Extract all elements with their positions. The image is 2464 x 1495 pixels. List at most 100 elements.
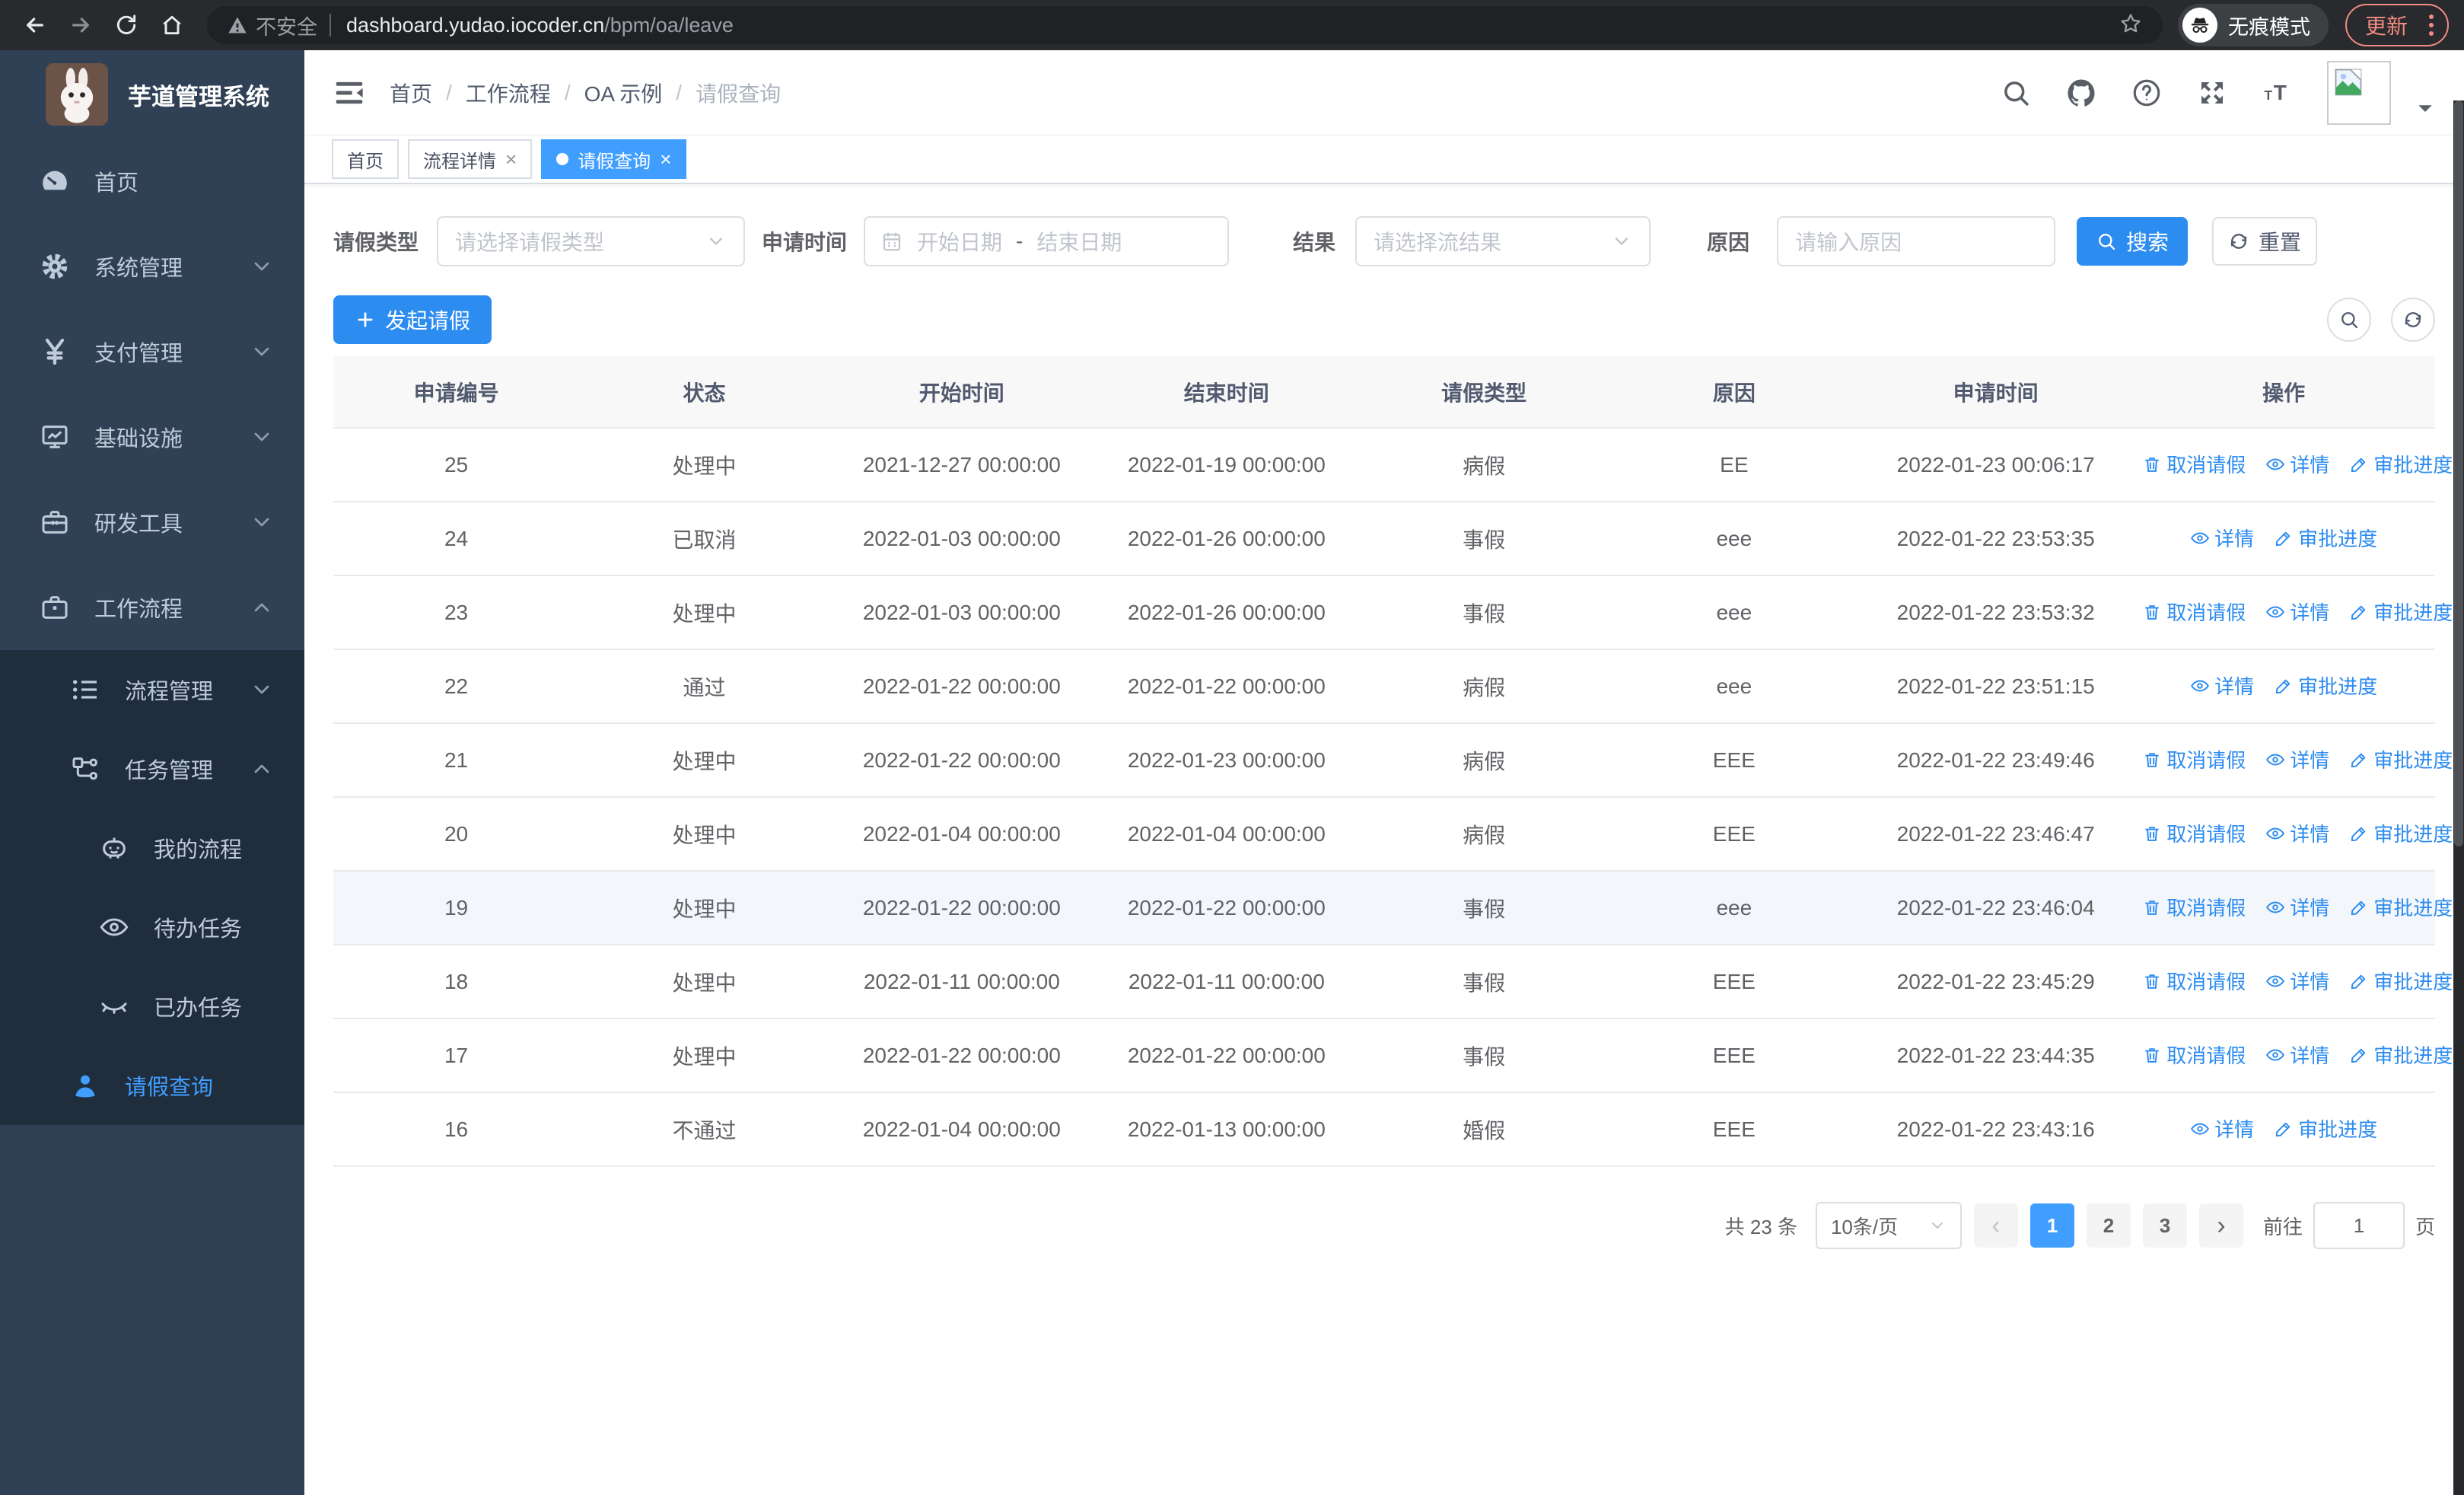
- browser-forward-button[interactable]: [61, 5, 100, 45]
- progress-action-link[interactable]: 审批进度: [2274, 671, 2377, 700]
- detail-action-link[interactable]: 详情: [2265, 1041, 2329, 1069]
- sidebar-item-任务管理[interactable]: 任务管理: [0, 729, 304, 808]
- close-icon[interactable]: ×: [660, 149, 671, 169]
- help-button[interactable]: [2131, 77, 2163, 109]
- range-separator: -: [1016, 229, 1023, 253]
- tab-请假查询[interactable]: 请假查询 ×: [541, 139, 687, 179]
- reset-button[interactable]: 重置: [2212, 217, 2318, 266]
- github-button[interactable]: [2065, 77, 2097, 109]
- pen-icon: [2349, 824, 2369, 843]
- sidebar-item-研发工具[interactable]: 研发工具: [0, 480, 304, 565]
- refresh-table-button[interactable]: [2391, 298, 2435, 342]
- cancel-action-link[interactable]: 取消请假: [2142, 1041, 2246, 1069]
- next-page-button[interactable]: ›: [2198, 1203, 2243, 1248]
- progress-action-link[interactable]: 审批进度: [2349, 967, 2453, 995]
- page-number-buttons: 123: [2029, 1203, 2187, 1248]
- detail-action-link[interactable]: 详情: [2190, 1114, 2254, 1143]
- pen-icon: [2274, 1119, 2294, 1139]
- tab-首页[interactable]: 首页: [332, 139, 399, 179]
- sidebar-item-首页[interactable]: 首页: [0, 139, 304, 224]
- page-button-3[interactable]: 3: [2142, 1203, 2187, 1248]
- scrollbar-thumb[interactable]: [2454, 100, 2463, 846]
- sidebar-item-请假查询[interactable]: 请假查询: [0, 1046, 304, 1125]
- sidebar-item-基础设施[interactable]: 基础设施: [0, 394, 304, 480]
- page-scrollbar[interactable]: [2453, 100, 2464, 1495]
- bookmark-star-icon[interactable]: [2119, 11, 2143, 40]
- cancel-action-link[interactable]: 取消请假: [2142, 819, 2246, 847]
- cancel-action-link[interactable]: 取消请假: [2142, 598, 2246, 626]
- search-button[interactable]: 搜索: [2077, 217, 2189, 266]
- detail-action-link[interactable]: 详情: [2265, 450, 2329, 478]
- detail-action-link[interactable]: 详情: [2190, 524, 2254, 552]
- avatar-dropdown-caret-icon[interactable]: [2414, 97, 2437, 120]
- breadcrumb-item[interactable]: 首页: [390, 78, 432, 108]
- goto-unit-label: 页: [2415, 1215, 2435, 1238]
- cell-start: 2022-01-03 00:00:00: [829, 502, 1094, 576]
- github-icon: [2065, 77, 2097, 109]
- column-header-原因: 原因: [1609, 356, 1860, 429]
- page-button-2[interactable]: 2: [2086, 1203, 2131, 1248]
- cell-type: 事假: [1358, 871, 1609, 945]
- browser-reload-button[interactable]: [107, 5, 146, 45]
- cancel-action-link[interactable]: 取消请假: [2142, 745, 2246, 773]
- progress-action-link[interactable]: 审批进度: [2349, 819, 2453, 847]
- progress-action-link[interactable]: 审批进度: [2349, 450, 2453, 478]
- progress-action-link[interactable]: 审批进度: [2349, 598, 2453, 626]
- progress-action-link[interactable]: 审批进度: [2349, 745, 2453, 773]
- cancel-action-link[interactable]: 取消请假: [2142, 893, 2246, 921]
- progress-action-link[interactable]: 审批进度: [2349, 893, 2453, 921]
- page-size-select[interactable]: 10条/页: [1815, 1202, 1962, 1249]
- apply-time-range-picker[interactable]: 开始日期 - 结束日期: [864, 216, 1230, 266]
- detail-action-link[interactable]: 详情: [2265, 967, 2329, 995]
- sidebar-item-系统管理[interactable]: 系统管理: [0, 224, 304, 309]
- detail-action-link[interactable]: 详情: [2265, 598, 2329, 626]
- result-select[interactable]: 请选择流结果: [1355, 216, 1651, 266]
- search-icon: [2000, 77, 2032, 109]
- update-label[interactable]: 更新: [2365, 10, 2408, 40]
- tab-流程详情[interactable]: 流程详情 ×: [408, 139, 533, 179]
- browser-home-button[interactable]: [152, 5, 192, 45]
- cell-id: 21: [333, 723, 580, 798]
- action-label: 详情: [2290, 749, 2330, 773]
- detail-action-link[interactable]: 详情: [2265, 745, 2329, 773]
- prev-page-button[interactable]: ‹: [1973, 1203, 2018, 1248]
- svg-text:T: T: [2274, 80, 2287, 104]
- user-avatar[interactable]: [2327, 60, 2391, 125]
- browser-menu-icon[interactable]: [2423, 14, 2440, 36]
- goto-page-input[interactable]: [2313, 1202, 2405, 1249]
- sidebar-item-流程管理[interactable]: 流程管理: [0, 650, 304, 729]
- sidebar-item-待办任务[interactable]: 待办任务: [0, 888, 304, 967]
- address-bar[interactable]: 不安全 dashboard.yudao.iocoder.cn /bpm/oa/l…: [207, 6, 2163, 44]
- cancel-action-link[interactable]: 取消请假: [2142, 450, 2246, 478]
- toggle-search-button[interactable]: [2327, 298, 2371, 342]
- page-button-1[interactable]: 1: [2029, 1203, 2074, 1248]
- breadcrumb-item[interactable]: 工作流程: [466, 78, 551, 108]
- sidebar-item-我的流程[interactable]: 我的流程: [0, 808, 304, 888]
- detail-action-link[interactable]: 详情: [2265, 893, 2329, 921]
- sidebar-item-支付管理[interactable]: 支付管理: [0, 309, 304, 394]
- detail-action-link[interactable]: 详情: [2190, 671, 2254, 700]
- sidebar-item-已办任务[interactable]: 已办任务: [0, 967, 304, 1046]
- reason-input[interactable]: 请输入原因: [1777, 216, 2056, 266]
- collapse-sidebar-button[interactable]: [332, 75, 367, 110]
- cell-end: 2022-01-22 00:00:00: [1094, 871, 1359, 945]
- cancel-action-link[interactable]: 取消请假: [2142, 967, 2246, 995]
- table-row: 16 不通过 2022-01-04 00:00:00 2022-01-13 00:00…: [333, 1092, 2435, 1167]
- close-icon[interactable]: ×: [505, 149, 517, 169]
- not-secure-label[interactable]: 不安全: [256, 11, 317, 40]
- fullscreen-button[interactable]: [2196, 77, 2228, 109]
- header-search-button[interactable]: [2000, 77, 2032, 109]
- browser-update-button[interactable]: 更新: [2345, 4, 2449, 46]
- detail-action-link[interactable]: 详情: [2265, 819, 2329, 847]
- browser-back-button[interactable]: [15, 5, 55, 45]
- pen-icon: [2349, 750, 2369, 770]
- sidebar-item-工作流程[interactable]: 工作流程: [0, 565, 304, 650]
- progress-action-link[interactable]: 审批进度: [2349, 1041, 2453, 1069]
- breadcrumb-item[interactable]: OA 示例: [584, 78, 663, 108]
- leave-type-select[interactable]: 请选择请假类型: [437, 216, 746, 266]
- progress-action-link[interactable]: 审批进度: [2274, 524, 2377, 552]
- app-logo[interactable]: 芋道管理系统: [0, 50, 304, 139]
- create-leave-button[interactable]: 发起请假: [333, 295, 492, 344]
- font-size-button[interactable]: TT: [2262, 77, 2294, 109]
- progress-action-link[interactable]: 审批进度: [2274, 1114, 2377, 1143]
